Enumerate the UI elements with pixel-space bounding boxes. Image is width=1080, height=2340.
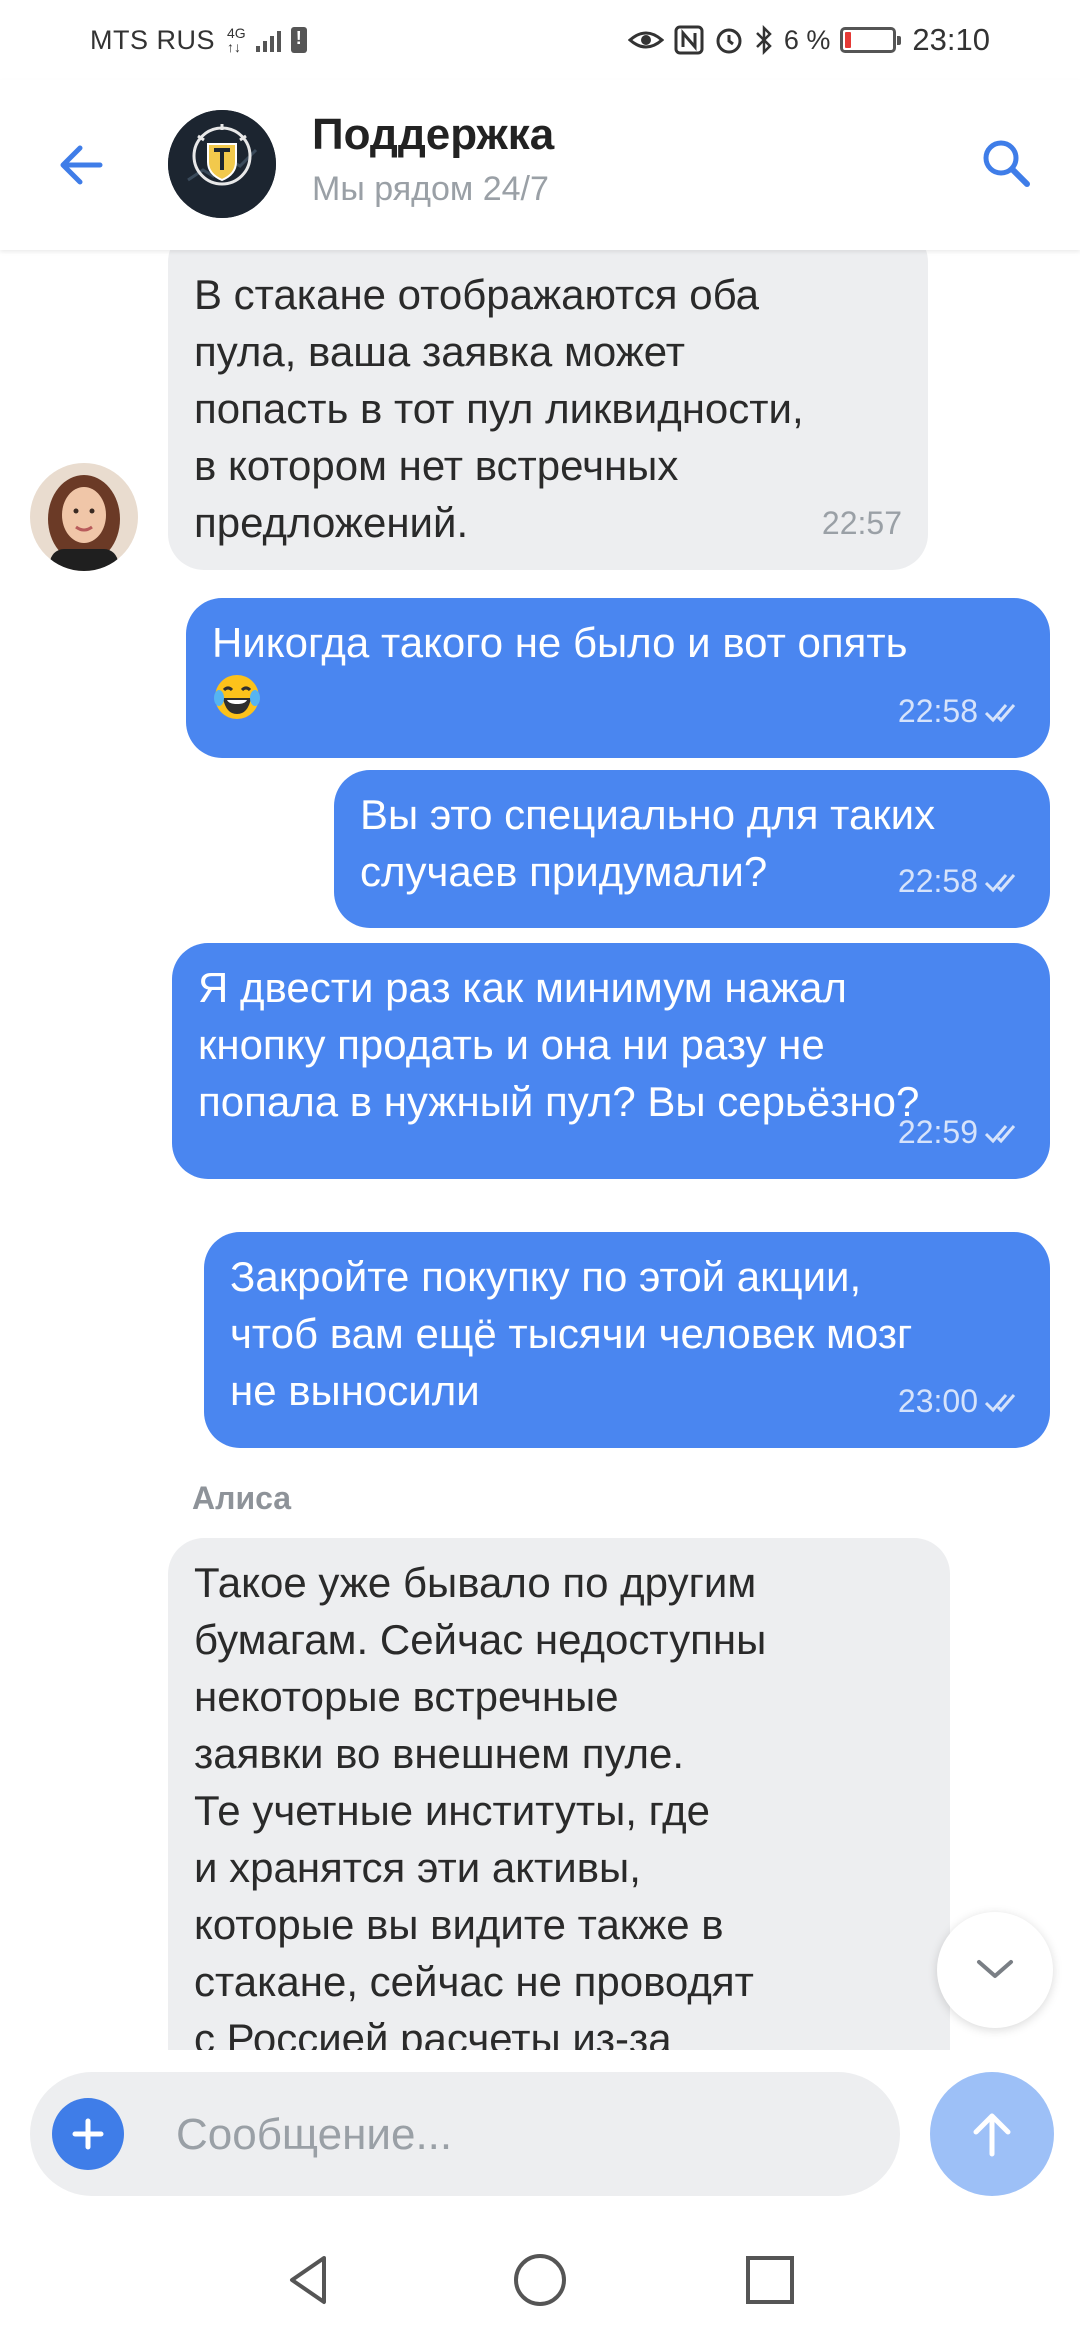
message-time: 22:58 [897, 693, 978, 729]
double-check-icon [984, 1393, 1016, 1412]
plus-icon [72, 2118, 104, 2150]
status-bar-right: 6 % 23:10 [627, 22, 990, 58]
status-bar-left: MTS RUS 4G ↑↓ [90, 25, 307, 56]
carrier-name: MTS RUS [90, 24, 215, 55]
chat-header: Поддержка Мы рядом 24/7 [0, 80, 1080, 250]
send-button[interactable] [930, 2072, 1054, 2196]
message-time: 22:59 [897, 1114, 978, 1150]
battery-icon [840, 27, 902, 53]
message-time: 23:00 [897, 1383, 978, 1419]
message-outgoing[interactable]: Закройте покупку по этой акции, чтоб вам… [204, 1232, 1050, 1448]
double-check-icon [984, 703, 1016, 722]
bank-logo-icon [168, 110, 276, 218]
sim-alert-icon [290, 27, 307, 53]
message-sender-name: Алиса [192, 1480, 292, 1516]
eye-icon [627, 31, 664, 49]
message-outgoing[interactable]: Вы это специально для таких случаев прид… [334, 770, 1050, 928]
agent-photo-icon [30, 463, 138, 571]
message-list[interactable]: В стакане отображаются оба пула, ваша за… [0, 250, 1080, 2050]
message-time: 22:57 [821, 505, 902, 541]
agent-avatar[interactable] [30, 463, 138, 571]
message-incoming[interactable]: Такое уже бывало по другим бумагам. Сейч… [168, 1538, 950, 2050]
nfc-icon [674, 25, 704, 55]
scroll-to-bottom-button[interactable] [937, 1912, 1053, 2028]
message-meta: 23:00 [898, 1373, 1024, 1430]
system-nav-bar [0, 2220, 1080, 2340]
arrow-up-icon [973, 2113, 1011, 2157]
chevron-down-icon [977, 1960, 1013, 1978]
signal-icon [255, 28, 281, 52]
recents-square-icon[interactable] [738, 2248, 802, 2312]
alarm-icon [716, 28, 742, 54]
message-meta: 22:59 [898, 1104, 1024, 1161]
attach-button[interactable] [52, 2098, 124, 2170]
message-text: Такое уже бывало по другим бумагам. Сейч… [194, 1559, 767, 2050]
message-incoming[interactable]: В стакане отображаются оба пула, ваша за… [168, 250, 928, 570]
double-check-icon [984, 1124, 1016, 1143]
message-meta: 22:58 [898, 683, 1024, 740]
network-indicator: 4G ↑↓ [227, 26, 246, 54]
bluetooth-icon [756, 25, 772, 55]
message-text: В стакане отображаются оба пула, ваша за… [194, 271, 804, 546]
back-triangle-icon[interactable] [278, 2248, 342, 2312]
laughing-tears-emoji [214, 675, 260, 719]
message-meta: 22:57 [822, 495, 902, 552]
home-circle-icon[interactable] [508, 2248, 572, 2312]
battery-percent: 6 % [783, 24, 831, 55]
message-text: Никогда такого не было и вот опять [212, 619, 908, 666]
network-activity: ↑↓ [227, 39, 241, 55]
message-meta: 22:58 [898, 853, 1024, 910]
page-title: Поддержка [312, 110, 555, 159]
network-type: 4G [227, 25, 246, 41]
double-check-icon [984, 873, 1016, 892]
status-bar: MTS RUS 4G ↑↓ 6 % 23:10 [0, 0, 1080, 80]
page-subtitle: Мы рядом 24/7 [312, 170, 549, 208]
message-outgoing[interactable]: Я двести раз как минимум нажал кнопку пр… [172, 943, 1050, 1179]
message-input[interactable]: Сообщение... [30, 2072, 900, 2196]
clock: 23:10 [912, 22, 990, 57]
message-time: 22:58 [897, 863, 978, 899]
support-avatar[interactable] [168, 110, 276, 218]
message-input-placeholder: Сообщение... [176, 2110, 453, 2159]
search-icon[interactable] [975, 132, 1039, 196]
message-composer: Сообщение... [0, 2050, 1080, 2220]
message-outgoing[interactable]: Никогда такого не было и вот опять 22:58 [186, 598, 1050, 758]
arrow-left-icon[interactable] [52, 135, 112, 195]
